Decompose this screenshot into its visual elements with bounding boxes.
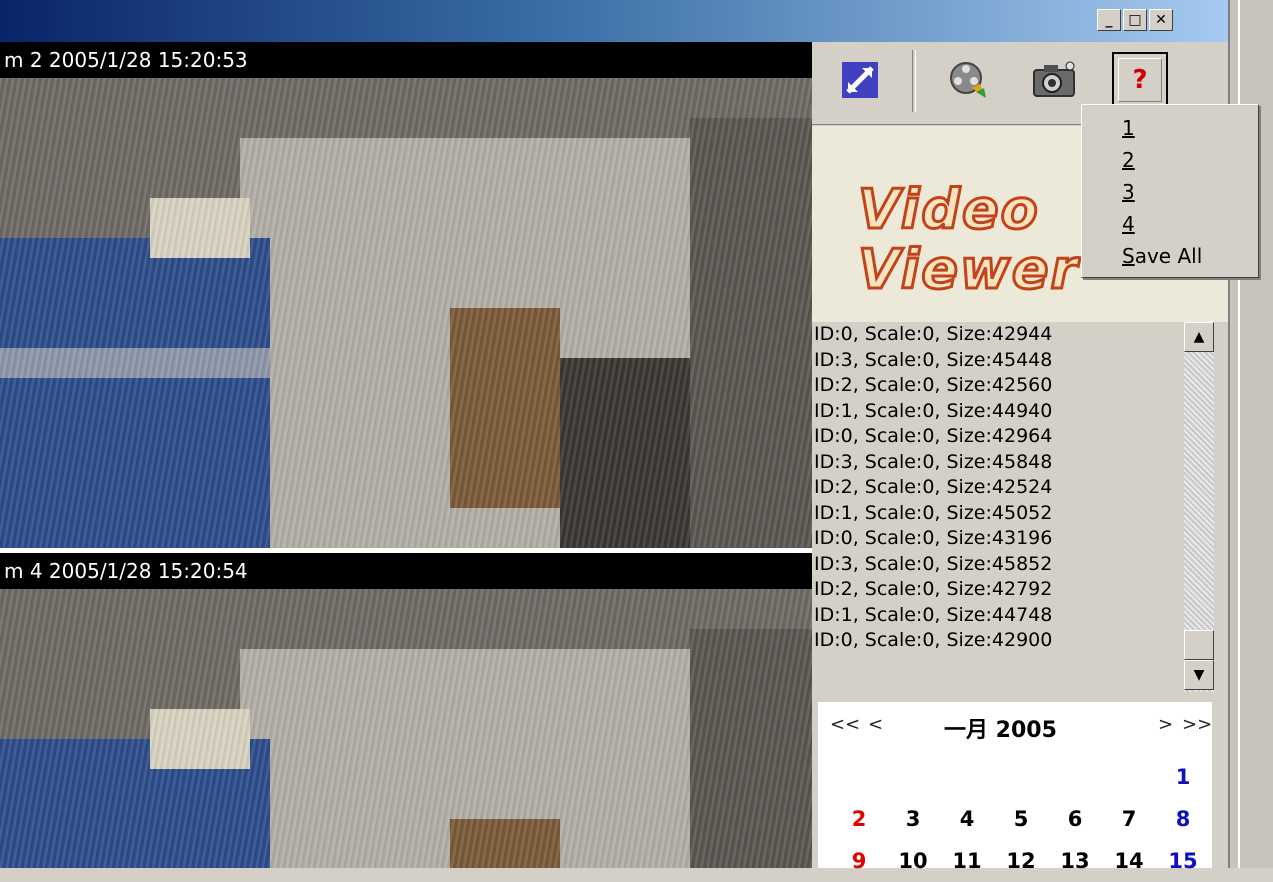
camera-1-title: m 2 2005/1/28 15:20:53	[0, 42, 812, 78]
calendar-month-label: 一月 2005	[944, 718, 1057, 743]
calendar-day[interactable]: 10	[886, 849, 940, 873]
menu-item-1[interactable]: 1	[1082, 112, 1258, 144]
question-icon: ?	[1132, 65, 1148, 95]
calendar-week: 2345678	[832, 798, 1212, 840]
calendar-day[interactable]: 2	[832, 807, 886, 831]
window-controls: _ □ ✕	[1097, 9, 1173, 31]
help-button[interactable]: ?	[1112, 52, 1168, 108]
calendar-day[interactable]: 15	[1156, 849, 1210, 873]
menu-item-mnemonic: 1	[1122, 116, 1135, 140]
calendar-prev-year[interactable]: <<	[830, 714, 860, 735]
menu-item-label: ave All	[1134, 244, 1203, 268]
calendar-day[interactable]: 4	[940, 807, 994, 831]
list-item[interactable]: ID:2, Scale:0, Size:42524	[812, 475, 1184, 501]
fullscreen-button[interactable]	[832, 52, 888, 108]
menu-item-save-all[interactable]: Save All	[1082, 240, 1258, 272]
calendar-next-year[interactable]: >>	[1182, 714, 1212, 735]
close-button[interactable]: ✕	[1149, 9, 1173, 31]
list-item[interactable]: ID:0, Scale:0, Size:42964	[812, 424, 1184, 450]
calendar-day[interactable]: 5	[994, 807, 1048, 831]
logo-line-2: Viewer	[856, 237, 1080, 303]
calendar-day[interactable]: 1	[1156, 765, 1210, 789]
snapshot-button[interactable]	[1026, 52, 1082, 108]
calendar-day[interactable]: 8	[1156, 807, 1210, 831]
list-item[interactable]: ID:3, Scale:0, Size:45448	[812, 348, 1184, 374]
calendar-day[interactable]: 11	[940, 849, 994, 873]
calendar-prev-month[interactable]: <	[868, 714, 883, 735]
camera-2-title: m 4 2005/1/28 15:20:54	[0, 553, 812, 589]
scroll-down-button[interactable]: ▼	[1184, 660, 1214, 690]
list-item[interactable]: ID:1, Scale:0, Size:44940	[812, 399, 1184, 425]
film-reel-icon	[950, 62, 986, 98]
list-item[interactable]: ID:0, Scale:0, Size:42944	[812, 322, 1184, 348]
list-item[interactable]: ID:0, Scale:0, Size:43196	[812, 526, 1184, 552]
calendar-day[interactable]: 7	[1102, 807, 1156, 831]
menu-item-4[interactable]: 4	[1082, 208, 1258, 240]
video-record-button[interactable]	[940, 52, 996, 108]
list-item[interactable]: ID:3, Scale:0, Size:45848	[812, 450, 1184, 476]
snapshot-dropdown-menu: 1 2 3 4 Save All	[1081, 104, 1259, 278]
list-item[interactable]: ID:1, Scale:0, Size:45052	[812, 501, 1184, 527]
menu-item-mnemonic: 2	[1122, 148, 1135, 172]
calendar-day[interactable]: 13	[1048, 849, 1102, 873]
calendar-day[interactable]: 14	[1102, 849, 1156, 873]
title-bar: _ □ ✕	[0, 0, 1228, 42]
calendar-day[interactable]: 12	[994, 849, 1048, 873]
menu-item-3[interactable]: 3	[1082, 176, 1258, 208]
list-item[interactable]: ID:2, Scale:0, Size:42792	[812, 577, 1184, 603]
calendar: << < 一月 2005 > >> 1 2 3 4 5 6 7 8 9 10 11 12 13 14 15	[818, 702, 1212, 873]
list-item[interactable]: ID:1, Scale:0, Size:44748	[812, 603, 1184, 629]
triangle-up-icon: ▲	[1193, 329, 1205, 345]
calendar-week: 1	[832, 756, 1212, 798]
scroll-thumb[interactable]	[1184, 630, 1214, 660]
resize-icon	[842, 62, 878, 98]
menu-item-2[interactable]: 2	[1082, 144, 1258, 176]
toolbar-separator	[912, 50, 916, 112]
frame-log-list[interactable]: ID:0, Scale:0, Size:42944 ID:3, Scale:0,…	[812, 322, 1184, 692]
menu-item-mnemonic: S	[1122, 244, 1135, 268]
calendar-day[interactable]: 9	[832, 849, 886, 873]
log-scrollbar[interactable]: ▲ ▼	[1184, 322, 1214, 692]
calendar-next-month[interactable]: >	[1158, 714, 1173, 735]
list-item[interactable]: ID:2, Scale:0, Size:42560	[812, 373, 1184, 399]
triangle-down-icon: ▼	[1193, 667, 1205, 683]
calendar-week: 9 10 11 12 13 14 15	[832, 840, 1212, 882]
camera-2-view[interactable]	[0, 589, 812, 868]
maximize-button[interactable]: □	[1123, 9, 1147, 31]
camera-icon	[1033, 61, 1075, 97]
calendar-day[interactable]: 3	[886, 807, 940, 831]
minimize-button[interactable]: _	[1097, 9, 1121, 31]
calendar-grid: 1 2 3 4 5 6 7 8 9 10 11 12 13 14 15	[832, 756, 1212, 882]
list-item[interactable]: ID:3, Scale:0, Size:45852	[812, 552, 1184, 578]
scroll-up-button[interactable]: ▲	[1184, 322, 1214, 352]
menu-item-mnemonic: 4	[1122, 212, 1135, 236]
logo-line-1: Video	[857, 177, 1040, 243]
menu-item-mnemonic: 3	[1122, 180, 1135, 204]
calendar-day[interactable]: 6	[1048, 807, 1102, 831]
camera-1-view[interactable]	[0, 78, 812, 548]
list-item[interactable]: ID:0, Scale:0, Size:42900	[812, 628, 1184, 654]
